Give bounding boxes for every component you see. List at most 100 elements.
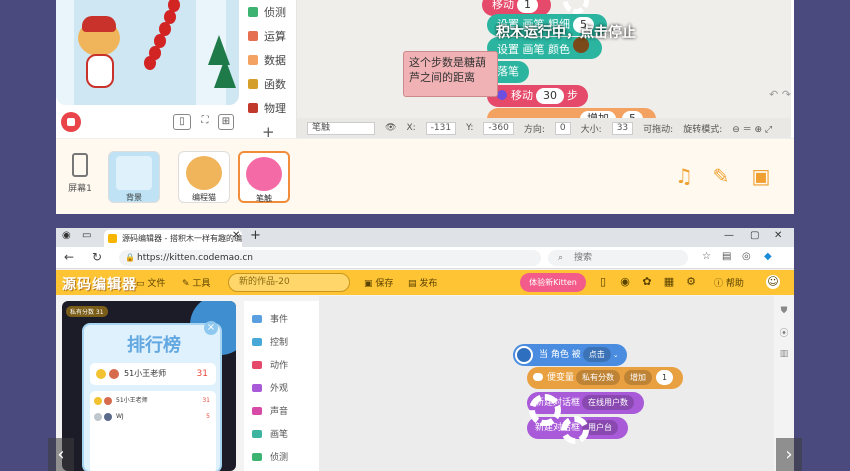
avatar <box>109 369 119 379</box>
move-steps-block[interactable]: 移动 30 步 <box>487 85 588 107</box>
candy-ball <box>144 56 156 70</box>
project-name-field[interactable]: 新的作品-20 <box>228 273 350 292</box>
help-button[interactable]: ⓘ 帮助 <box>714 276 744 289</box>
screen-item[interactable]: 屏幕1 <box>60 153 100 194</box>
cat-sprite[interactable] <box>74 16 124 90</box>
sprite-tray: 屏幕1 背景 编程猫 笔触 ♫ ✎ ▣ <box>56 138 794 214</box>
favorites-icon[interactable]: ☆ <box>702 251 711 262</box>
close-window-icon[interactable]: ✕ <box>774 230 782 241</box>
device-select-icon[interactable]: ▯ <box>173 114 191 130</box>
puzzle-icon[interactable]: ✿ <box>640 275 654 289</box>
tools-menu[interactable]: ✎ 工具 <box>182 276 210 289</box>
gold-medal-icon <box>96 369 106 379</box>
code-workspace[interactable]: 移动1 设置 画笔 粗细5 设置 画笔 颜色 落笔 移动30步 增加5 ↶ ↷ <box>297 0 791 130</box>
previous-slide-button[interactable]: ‹ <box>48 438 74 471</box>
stage-canvas[interactable] <box>56 0 239 105</box>
y-field[interactable]: -360 <box>483 121 514 135</box>
microphone-icon[interactable]: ⦿ <box>774 326 794 339</box>
comment-note[interactable]: 这个步数是糖葫芦之间的距离 <box>403 51 498 97</box>
block-category-menu: 事件 控制 动作 外观 声音 画笔 侦测 <box>244 301 319 471</box>
address-bar[interactable]: 🔒 https://kitten.codemao.cn <box>119 250 541 266</box>
calendar-icon[interactable]: ▦ <box>662 275 676 289</box>
stage-wall-left <box>56 0 74 105</box>
avatar <box>104 397 112 405</box>
next-slide-button[interactable]: › <box>776 438 802 471</box>
direction-field[interactable]: 0 <box>554 121 571 135</box>
zoom-controls[interactable]: ⊖ ＝ ⊕ ⤢ <box>732 122 772 135</box>
tab-close-icon[interactable]: ✕ <box>232 230 240 241</box>
category-pen[interactable]: 画笔 <box>244 422 319 445</box>
music-icon[interactable]: ♫ <box>673 165 695 187</box>
category-sound[interactable]: 声音 <box>244 399 319 422</box>
chart-icon[interactable]: ▥ <box>774 349 794 359</box>
category-detect[interactable]: 侦测 <box>244 445 319 468</box>
eye-icon[interactable]: ◉ <box>618 275 632 289</box>
profile-icon[interactable]: ◉ <box>62 230 71 241</box>
sprite-card-cat[interactable]: 编程猫 <box>178 151 230 203</box>
gold-medal-icon <box>94 397 102 405</box>
category-operators[interactable]: 运算 <box>242 24 296 48</box>
list-item: 51小王老师 31 <box>90 395 216 407</box>
stop-button[interactable] <box>61 112 81 132</box>
file-menu[interactable]: ▭ 文件 <box>136 276 165 289</box>
category-physics[interactable]: 物理 <box>242 96 296 120</box>
refresh-icon[interactable]: ↻ <box>92 250 102 264</box>
sprite-name-field[interactable]: 笔触 <box>307 121 375 135</box>
category-motion[interactable]: 动作 <box>244 353 319 376</box>
running-gear-icon <box>529 394 561 426</box>
copilot-icon[interactable]: ◆ <box>764 251 772 262</box>
hand-icon <box>515 346 533 364</box>
try-new-kitten-button[interactable]: 体验新Kitten <box>520 273 586 292</box>
category-events[interactable]: 事件 <box>244 307 319 330</box>
sprite-card-pen[interactable]: 笔触 <box>238 151 290 203</box>
maximize-icon[interactable]: ▢ <box>750 230 759 241</box>
leaderboard-dialog: 排行榜 × 51小王老师 31 51小王老师 31 WJ 5 <box>82 321 222 471</box>
fullscreen-icon[interactable]: ⛶ <box>197 114 213 130</box>
category-data[interactable]: 数据 <box>242 48 296 72</box>
running-overlay[interactable]: 积木运行中，点击停止 <box>496 22 636 42</box>
undo-redo-icons[interactable]: ↶ ↷ <box>769 88 791 101</box>
user-avatar[interactable]: ☺ <box>766 275 780 289</box>
code-workspace[interactable]: 当 角色 被点击 ⌄ 便变量 私有分数 增加 1 新建对话框 在线用户数 新建对话框 用户台 <box>319 296 774 471</box>
category-control[interactable]: 控制 <box>244 330 319 353</box>
shirt-icon[interactable]: ⛊ <box>774 306 794 316</box>
phone-icon[interactable]: ▯ <box>596 275 610 289</box>
sprite-card-background[interactable]: 背景 <box>108 151 160 203</box>
app-logo[interactable]: 源码编辑器 <box>62 274 137 294</box>
x-field[interactable]: -131 <box>425 121 457 135</box>
tab-actions-icon[interactable]: ▭ <box>82 230 91 241</box>
cloud-variable-block[interactable]: 便变量 私有分数 增加 1 <box>527 367 684 389</box>
app-toolbar: 源码编辑器 ▭ 文件 ✎ 工具 新的作品-20 ▣ 保存 ▤ 发布 体验新Kit… <box>56 270 794 295</box>
sprite-properties-bar: 笔触 👁 X: -131 Y: -360 方向: 0 大小: 33 可拖动: 旋转模式:… <box>297 118 791 138</box>
category-looks[interactable]: 外观 <box>244 376 319 399</box>
avatar <box>104 413 112 421</box>
size-field[interactable]: 33 <box>611 121 634 135</box>
phone-icon <box>72 153 88 177</box>
silver-medal-icon <box>94 413 102 421</box>
publish-button[interactable]: ▤ 发布 <box>408 276 437 289</box>
category-functions[interactable]: 函数 <box>242 72 296 96</box>
favicon-icon <box>108 234 117 243</box>
minimize-icon[interactable]: — <box>724 230 734 241</box>
add-folder-icon[interactable]: ▣ <box>750 165 772 187</box>
visibility-icon[interactable]: 👁 <box>385 123 396 133</box>
back-icon[interactable]: ← <box>64 250 74 264</box>
pencil-icon[interactable]: ✎ <box>710 165 732 187</box>
score-chip: 私有分数 31 <box>66 306 108 317</box>
leaderboard-list: 51小王老师 31 WJ 5 <box>90 391 216 471</box>
when-clicked-block[interactable]: 当 角色 被点击 ⌄ <box>513 344 627 366</box>
app-stage[interactable]: 私有分数 31 排行榜 × 51小王老师 31 51小王老师 31 WJ 5 <box>62 301 236 471</box>
close-icon[interactable]: × <box>204 321 218 335</box>
search-input[interactable]: ⌕ 搜索 <box>548 250 688 266</box>
top-screenshot: ▯ ⛶ ⊞ 侦测 运算 数据 函数 物理 + 移动 1 设置 画笔 粗细 5 设置 … <box>56 0 794 214</box>
block-category-menu: 侦测 运算 数据 函数 物理 + <box>242 0 297 141</box>
save-button[interactable]: ▣ 保存 <box>364 276 393 289</box>
new-tab-icon[interactable]: + <box>250 228 261 243</box>
active-tab[interactable]: 源码编辑器 - 搭积木一样有趣的编 <box>104 230 242 247</box>
category-detect[interactable]: 侦测 <box>242 0 296 24</box>
settings-icon[interactable]: ⚙ <box>684 275 698 289</box>
grid-icon[interactable]: ⊞ <box>218 114 234 130</box>
leaderboard-title: 排行榜 <box>127 335 181 356</box>
collections-icon[interactable]: ▤ <box>722 251 731 262</box>
extensions-icon[interactable]: ◎ <box>742 251 751 262</box>
